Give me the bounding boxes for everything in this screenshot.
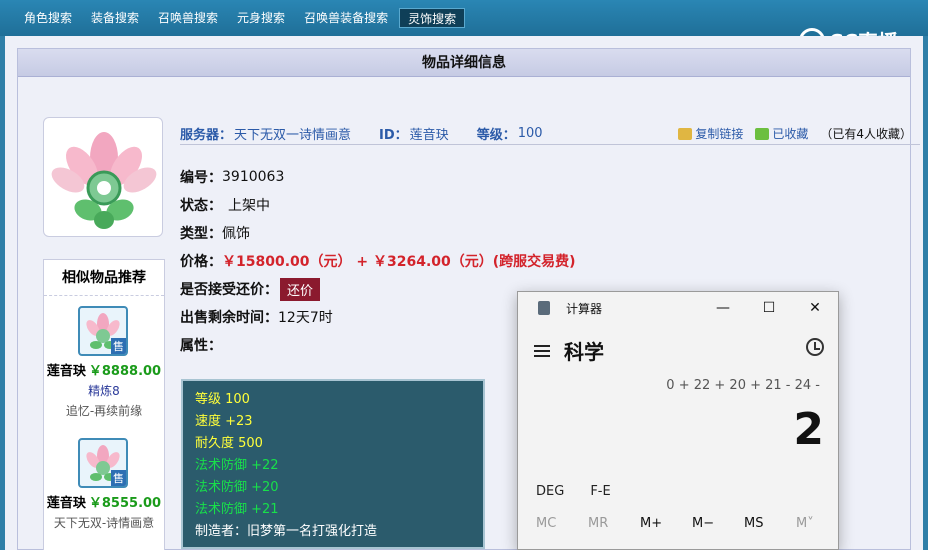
counter-offer-button[interactable]: 还价 (280, 277, 321, 301)
similar-item-thumb[interactable]: 售 (78, 306, 128, 356)
status-row: 状态： 上架中 (180, 191, 576, 219)
level-value: 100 (517, 126, 543, 141)
counter-offer-label: 是否接受还价： (180, 282, 278, 298)
number-row: 编号： 3910063 (180, 163, 576, 191)
history-icon[interactable] (806, 338, 824, 356)
type-value: 佩饰 (222, 226, 250, 242)
similar-item-thumb[interactable]: 售 (78, 438, 128, 488)
tab-avatar-search[interactable]: 元身搜索 (229, 8, 293, 28)
similar-item-refine: 精炼8 (88, 384, 120, 398)
similar-items-title: 相似物品推荐 (44, 260, 164, 296)
item-image (43, 117, 163, 237)
copy-link-button[interactable]: 复制链接 (678, 125, 743, 142)
favorite-button[interactable]: 已收藏 (755, 125, 808, 142)
meta-actions: 复制链接 已收藏 （已有4人收藏） (678, 125, 912, 142)
memory-list-button[interactable]: M˅ (796, 516, 848, 531)
type-row: 类型： 佩饰 (180, 219, 576, 247)
similar-item-price: ￥8888.00 (88, 364, 162, 379)
calculator-titlebar: 计算器 — ☐ ✕ (518, 292, 838, 324)
similar-item-price: ￥8555.00 (88, 496, 162, 511)
attributes-box: 等级 100 速度 +23 耐久度 500 法术防御 +22 法术防御 +20 … (181, 379, 485, 549)
maker-line: 制造者：旧梦第一名打强化打造 (195, 524, 378, 539)
similar-item-name: 莲音玦 ￥8888.00 (44, 360, 164, 379)
tab-equipment-search[interactable]: 装备搜索 (83, 8, 147, 28)
price-value: ￥15800.00（元） + ￥3264.00（元）(跨服交易费) (222, 254, 576, 270)
favorite-icon (755, 127, 770, 140)
similar-item-title: 莲音玦 (46, 496, 86, 511)
m-plus-button[interactable]: M+ (640, 516, 692, 531)
calculator-window: 计算器 — ☐ ✕ 科学 0 + 22 + 20 + 21 - 24 - 2 D… (517, 291, 839, 550)
lotus-pendant-icon (51, 132, 157, 229)
mode-name: 科学 (564, 340, 604, 364)
attribute-line: 耐久度 500 (195, 436, 263, 451)
type-label: 类型： (180, 226, 222, 242)
calculator-result: 2 (793, 404, 824, 455)
m-minus-button[interactable]: M− (692, 516, 744, 531)
calculator-app-icon (538, 301, 550, 315)
status-label: 状态： (180, 198, 222, 214)
copy-link-icon (678, 127, 693, 140)
deg-button[interactable]: DEG (536, 484, 564, 499)
similar-items: 相似物品推荐 售 莲音玦 ￥8888.00 精炼8 追忆-再续前缘 售 莲音玦 … (43, 259, 165, 550)
tab-role-search[interactable]: 角色搜索 (16, 8, 80, 28)
calculator-expression: 0 + 22 + 20 + 21 - 24 - (666, 378, 820, 393)
number-label: 编号： (180, 170, 222, 186)
similar-item-server: 追忆-再续前缘 (65, 404, 143, 418)
similar-item-name: 莲音玦 ￥8555.00 (44, 492, 164, 511)
minimize-button[interactable]: — (700, 292, 746, 324)
nav-tabs: 角色搜索 装备搜索 召唤兽搜索 元身搜索 召唤兽装备搜索 灵饰搜索 (16, 8, 468, 28)
attribute-line: 法术防御 +21 (195, 502, 279, 517)
level-label: 等级： (476, 128, 516, 143)
similar-item-title: 莲音玦 (46, 364, 86, 379)
tab-accessory-search[interactable]: 灵饰搜索 (399, 8, 466, 28)
id-label: ID： (379, 128, 408, 143)
mr-button[interactable]: MR (588, 516, 640, 531)
close-button[interactable]: ✕ (792, 292, 838, 324)
favorite-label: 已收藏 (772, 127, 809, 141)
tab-pet-search[interactable]: 召唤兽搜索 (150, 8, 226, 28)
top-nav: 角色搜索 装备搜索 召唤兽搜索 元身搜索 召唤兽装备搜索 灵饰搜索 (0, 0, 928, 36)
angle-row: DEG F-E (536, 484, 611, 499)
price-row: 价格： ￥15800.00（元） + ￥3264.00（元）(跨服交易费) (180, 247, 576, 275)
time-left-label: 出售剩余时间： (180, 310, 278, 326)
mc-button[interactable]: MC (536, 516, 588, 531)
copy-link-label: 复制链接 (695, 127, 744, 141)
number-value: 3910063 (222, 169, 285, 185)
sale-badge: 售 (111, 338, 126, 354)
list-item[interactable]: 售 莲音玦 ￥8555.00 天下无双-诗情画意 (44, 428, 164, 550)
fe-button[interactable]: F-E (590, 484, 610, 499)
time-left-value: 12天7时 (278, 310, 333, 326)
status-value: 上架中 (228, 198, 270, 214)
sale-badge: 售 (111, 470, 126, 486)
attribute-line: 等级 100 (195, 392, 250, 407)
item-meta: 服务器： 天下无双一诗情画意 ID： 莲音玦 等级： 100 复制链接 已收藏 … (180, 123, 920, 145)
menu-icon[interactable] (534, 344, 550, 357)
panel-title: 物品详细信息 (18, 49, 910, 77)
attribute-line: 法术防御 +22 (195, 458, 279, 473)
memory-row: MC MR M+ M− MS M˅ (536, 516, 848, 531)
server-label: 服务器： (180, 128, 233, 143)
calculator-title: 计算器 (566, 301, 603, 316)
favorite-count: （已有4人收藏） (820, 127, 912, 141)
list-item[interactable]: 售 莲音玦 ￥8888.00 精炼8 追忆-再续前缘 (44, 296, 164, 428)
attributes-label: 属性： (180, 338, 222, 354)
attribute-line: 速度 +23 (195, 414, 253, 429)
maximize-button[interactable]: ☐ (746, 292, 792, 324)
tab-pet-equipment-search[interactable]: 召唤兽装备搜索 (296, 8, 396, 28)
ms-button[interactable]: MS (744, 516, 796, 531)
price-label: 价格： (180, 254, 222, 270)
id-value: 莲音玦 (409, 128, 449, 143)
attribute-line: 法术防御 +20 (195, 480, 279, 495)
calculator-mode: 科学 (534, 336, 604, 365)
server-value: 天下无双一诗情画意 (234, 128, 352, 143)
similar-item-server: 天下无双-诗情画意 (53, 516, 155, 530)
